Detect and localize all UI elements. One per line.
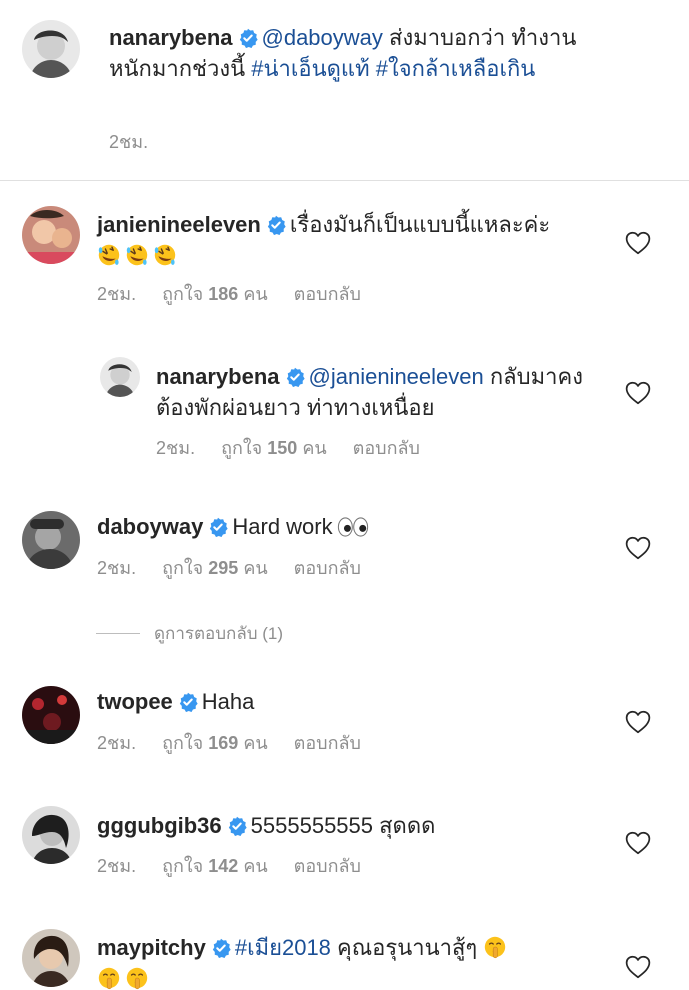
comment-5-like-heart-icon[interactable] [625, 831, 651, 855]
comment-6-username[interactable]: maypitchy [97, 935, 206, 960]
likes-suffix: คน [243, 856, 268, 876]
avatar-janienineeleven[interactable] [22, 206, 80, 264]
comment-4-likes[interactable]: ถูกใจ 169 คน [162, 731, 268, 755]
shushing-face-icon [483, 935, 507, 959]
comment-6-text: maypitchy #เมีย2018 คุณอรุนานาสู้ๆ [97, 932, 597, 990]
likes-prefix: ถูกใจ [162, 558, 204, 578]
verified-icon [285, 367, 305, 387]
comment-6-body: คุณอรุนานาสู้ๆ [330, 935, 478, 960]
comment-1-meta: 2ชม. ถูกใจ 186 คน ตอบกลับ [97, 282, 361, 306]
rolling-laughing-icon [153, 243, 177, 267]
comment-1-time: 2ชม. [97, 284, 137, 304]
avatar-gggubgib36[interactable] [22, 806, 80, 864]
verified-icon [238, 28, 258, 48]
comment-3-meta: 2ชม. ถูกใจ 295 คน ตอบกลับ [97, 556, 361, 580]
comment-5-username[interactable]: gggubgib36 [97, 813, 222, 838]
comment-1-text: janienineeleven เรื่องมันก็เป็นแบบนี้แหละ… [97, 209, 597, 271]
verified-icon [178, 692, 198, 712]
reply-like-heart-icon[interactable] [625, 381, 651, 405]
verified-icon [266, 215, 286, 235]
avatar-nanarybena[interactable] [22, 20, 80, 78]
reply-text: nanarybena @janienineeleven กลับมาคงต้องพ… [156, 361, 596, 423]
rolling-laughing-icon [125, 243, 149, 267]
reply-mention[interactable]: @janienineeleven [309, 364, 484, 389]
reply-time: 2ชม. [156, 438, 196, 458]
verified-icon [227, 816, 247, 836]
likes-count: 295 [208, 558, 239, 578]
likes-count: 169 [208, 733, 239, 753]
comment-1-username[interactable]: janienineeleven [97, 212, 261, 237]
verified-icon [208, 517, 228, 537]
comment-1-body: เรื่องมันก็เป็นแบบนี้แหละค่ะ [289, 212, 551, 237]
caption-time-text: 2ชม. [109, 132, 149, 152]
caption-time: 2ชม. [109, 130, 148, 154]
verified-icon [211, 938, 231, 958]
likes-count: 150 [267, 438, 298, 458]
comment-5-text: gggubgib36 5555555555 สุดดด [97, 810, 597, 841]
likes-suffix: คน [243, 284, 268, 304]
likes-prefix: ถูกใจ [162, 856, 204, 876]
caption-text: nanarybena @daboyway ส่งมาบอกว่า ทำงานหนั… [109, 22, 609, 84]
caption-mention[interactable]: @daboyway [262, 25, 383, 50]
likes-count: 142 [208, 856, 239, 876]
reply-username[interactable]: nanarybena [156, 364, 280, 389]
view-replies-label: ดูการตอบกลับ (1) [154, 623, 284, 643]
reply-reply-button[interactable]: ตอบกลับ [353, 436, 420, 460]
avatar-daboyway[interactable] [22, 511, 80, 569]
comment-6-like-heart-icon[interactable] [625, 955, 651, 979]
divider [0, 180, 689, 181]
likes-count: 186 [208, 284, 239, 304]
comment-6-hashtag[interactable]: #เมีย2018 [235, 935, 331, 960]
avatar-twopee[interactable] [22, 686, 80, 744]
comment-4-username[interactable]: twopee [97, 689, 173, 714]
caption-hashtag-2[interactable]: #ใจกล้าเหลือเกิน [376, 56, 536, 81]
comment-5-reply-button[interactable]: ตอบกลับ [294, 854, 361, 878]
comment-5-meta: 2ชม. ถูกใจ 142 คน ตอบกลับ [97, 854, 361, 878]
comment-5-time: 2ชม. [97, 856, 137, 876]
shushing-face-icon [125, 966, 149, 990]
view-replies-line [96, 632, 140, 634]
rolling-laughing-icon [97, 243, 121, 267]
comment-3-body: Hard work [232, 514, 333, 539]
view-replies-button[interactable]: ดูการตอบกลับ (1) [96, 621, 283, 645]
comment-3-time: 2ชม. [97, 558, 137, 578]
reply-meta: 2ชม. ถูกใจ 150 คน ตอบกลับ [156, 436, 420, 460]
avatar-nanarybena-reply[interactable] [100, 357, 140, 397]
eyes-icon [337, 516, 369, 538]
shushing-face-icon [97, 966, 121, 990]
comment-5-likes[interactable]: ถูกใจ 142 คน [162, 854, 268, 878]
likes-prefix: ถูกใจ [162, 284, 204, 304]
comment-5-body: 5555555555 สุดดด [250, 813, 436, 838]
comment-4-text: twopee Haha [97, 686, 597, 717]
caption-hashtag-1[interactable]: #น่าเอ็นดูแท้ [251, 56, 369, 81]
likes-suffix: คน [243, 558, 268, 578]
comment-3-username[interactable]: daboyway [97, 514, 203, 539]
comment-1-reply-button[interactable]: ตอบกลับ [294, 282, 361, 306]
comment-3-reply-button[interactable]: ตอบกลับ [294, 556, 361, 580]
comment-4-meta: 2ชม. ถูกใจ 169 คน ตอบกลับ [97, 731, 361, 755]
comment-4-like-heart-icon[interactable] [625, 710, 651, 734]
likes-prefix: ถูกใจ [162, 733, 204, 753]
comment-3-text: daboyway Hard work [97, 511, 597, 542]
comment-4-reply-button[interactable]: ตอบกลับ [294, 731, 361, 755]
comment-3-likes[interactable]: ถูกใจ 295 คน [162, 556, 268, 580]
comment-4-time: 2ชม. [97, 733, 137, 753]
comment-1-likes[interactable]: ถูกใจ 186 คน [162, 282, 268, 306]
caption-username[interactable]: nanarybena [109, 25, 233, 50]
comment-4-body: Haha [201, 689, 255, 714]
comment-1-like-heart-icon[interactable] [625, 231, 651, 255]
likes-suffix: คน [302, 438, 327, 458]
comment-3-like-heart-icon[interactable] [625, 536, 651, 560]
likes-prefix: ถูกใจ [221, 438, 263, 458]
avatar-maypitchy[interactable] [22, 929, 80, 987]
reply-likes[interactable]: ถูกใจ 150 คน [221, 436, 327, 460]
likes-suffix: คน [243, 733, 268, 753]
